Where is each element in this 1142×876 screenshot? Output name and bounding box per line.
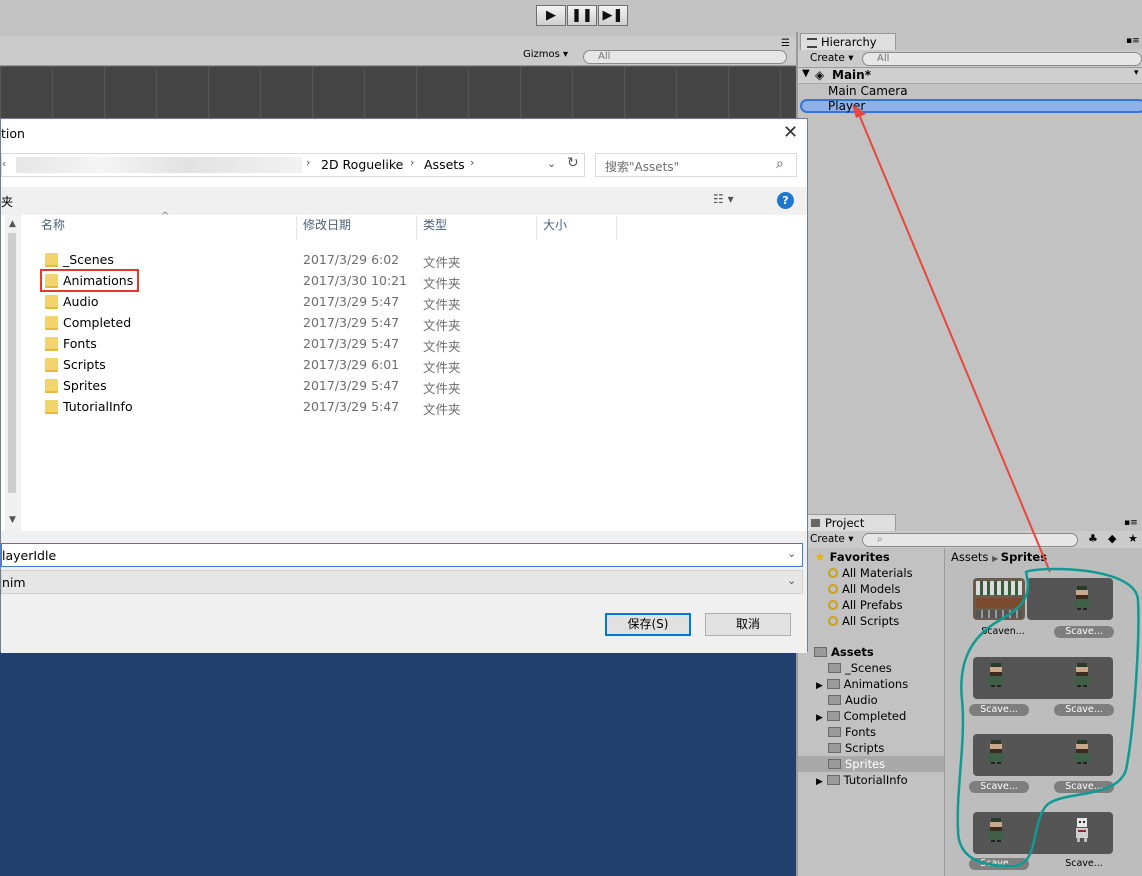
- selection-loop: [956, 567, 1140, 868]
- drag-arrow-line: [857, 111, 1051, 573]
- annotation-overlay: [852, 104, 1140, 868]
- arrow-head-icon: [852, 104, 866, 118]
